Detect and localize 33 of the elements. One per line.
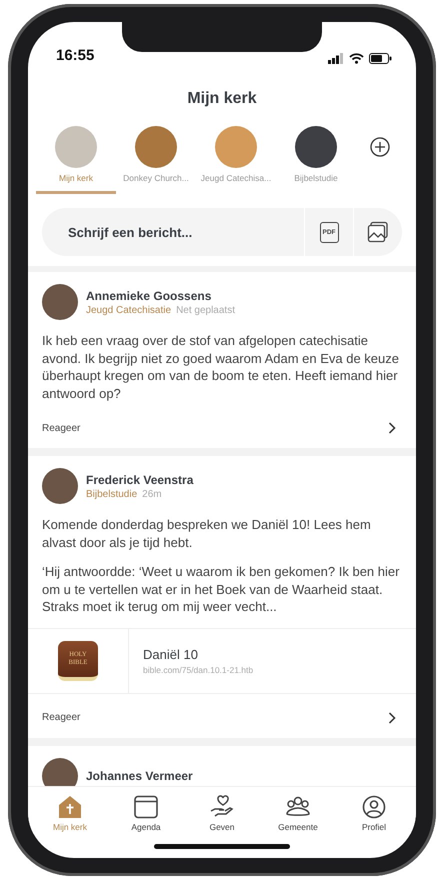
profile-icon[interactable] [361, 795, 387, 819]
avatar-photo [42, 468, 78, 504]
author-name: Frederick Veenstra [86, 472, 194, 487]
battery-icon [369, 53, 392, 64]
chevron-right-icon[interactable] [388, 422, 396, 434]
nav-tab[interactable]: Profiel [339, 795, 409, 832]
nav-tab[interactable]: Geven [187, 795, 257, 832]
avatar-photo [42, 284, 78, 320]
add-icon[interactable] [370, 137, 390, 157]
church-icon[interactable] [57, 795, 83, 819]
author-name: Johannes Vermeer [86, 768, 193, 783]
chevron-right-icon[interactable] [388, 712, 396, 724]
image-icon[interactable] [367, 221, 389, 243]
post-text: Ik heb een vraag over de stof van afgelopen catechisatie avond. Ik begrijp niet zo goed waarom Adam en Eva de keuze überhaupt kregen om van de boom te eten. Heeft iemand hier antwoord op? [42, 332, 400, 402]
wifi-icon [349, 53, 364, 64]
link-url: bible.com/75/dan.10.1-21.htb [143, 664, 254, 675]
author-name: Annemieke Goossens [86, 288, 212, 302]
post-text: Komende donderdag bespreken we Daniël 10! Lees hem alvast door als je tijd hebt. [42, 516, 372, 552]
reply-link[interactable]: Reageer [42, 712, 80, 724]
people-icon[interactable] [285, 795, 311, 819]
calendar-icon[interactable] [133, 795, 159, 819]
post-time: Net geplaatst [176, 304, 235, 316]
link-title: Daniël 10 [143, 646, 199, 662]
avatar-photo [42, 758, 78, 786]
status-time: 16:55 [56, 47, 94, 64]
heart-hand-icon[interactable] [209, 795, 235, 819]
signal-icon [328, 53, 344, 64]
page-title: Mijn kerk [186, 90, 258, 108]
reply-link[interactable]: Reageer [42, 422, 80, 434]
post-time: 26m [142, 488, 162, 500]
nav-tab[interactable]: Gemeente [263, 795, 333, 832]
nav-tab[interactable]: Agenda [111, 795, 181, 832]
post-text: ‘Hij antwoordde: ‘Weet u waarom ik ben gekomen? Ik ben hier om u te vertellen wat er in het Boek van de Waarheid staat. Straks moet ik terug om mij weer vecht... [42, 563, 400, 616]
